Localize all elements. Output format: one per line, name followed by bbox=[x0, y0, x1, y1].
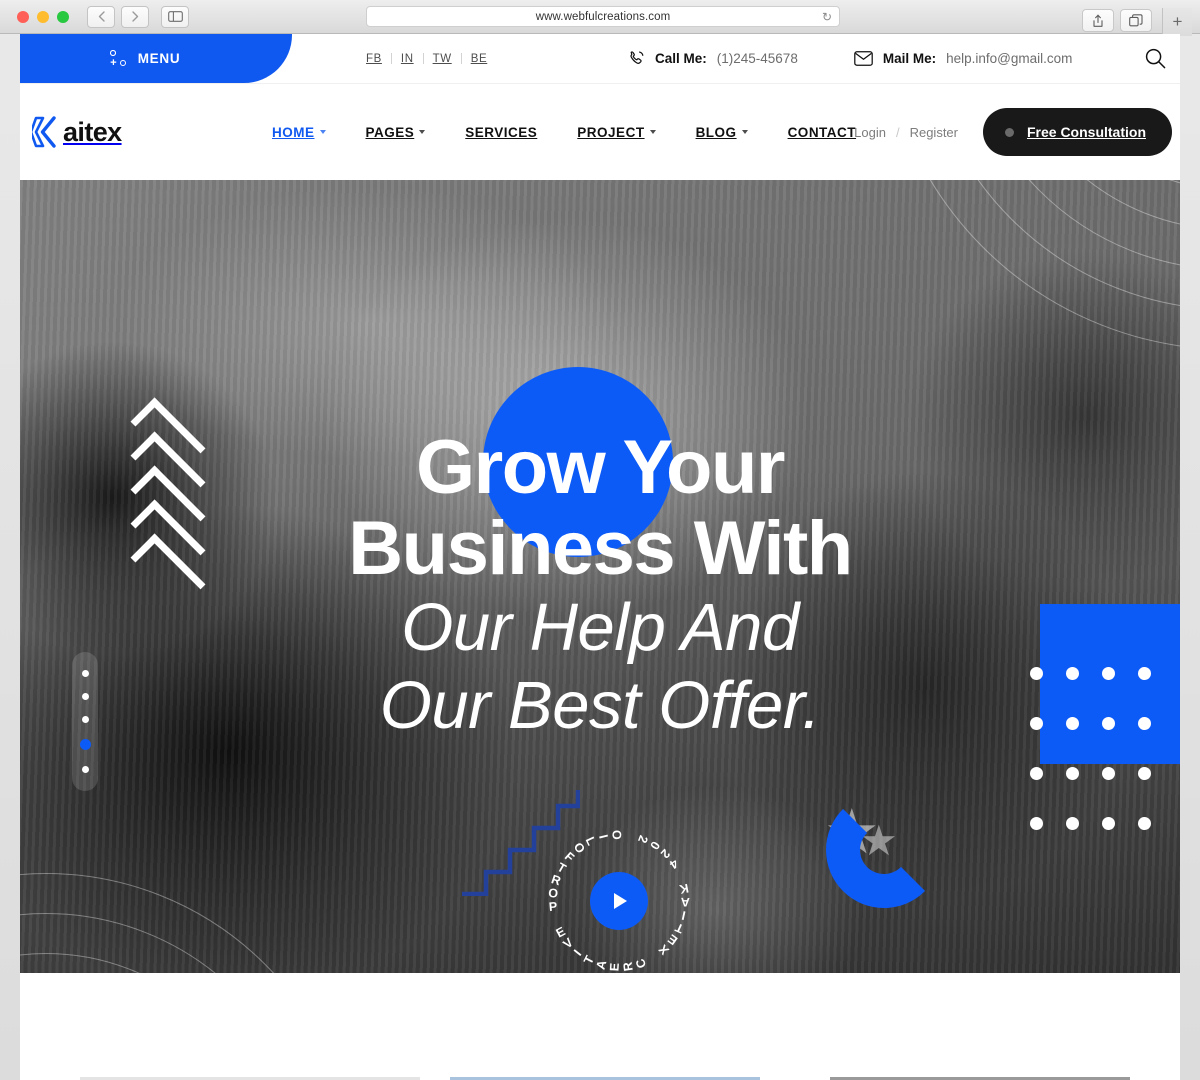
close-window-button[interactable] bbox=[17, 10, 29, 23]
social-link-tw[interactable]: TW bbox=[424, 53, 461, 65]
grid-plus-icon: + bbox=[109, 50, 128, 69]
share-icon[interactable] bbox=[1082, 9, 1114, 32]
hero-heading-line-2: Business With bbox=[348, 505, 853, 591]
mail-value: help.info@gmail.com bbox=[946, 51, 1073, 66]
browser-toolbar: www.webfulcreations.com ↻ + bbox=[0, 0, 1200, 36]
free-consultation-button[interactable]: Free Consultation bbox=[982, 108, 1172, 156]
reload-icon[interactable]: ↻ bbox=[822, 11, 832, 23]
site-header: aitex HOME PAGES SERVICES PROJECT BLOG C… bbox=[20, 83, 1180, 180]
browser-window: www.webfulcreations.com ↻ + + MENU FB IN… bbox=[0, 0, 1200, 1080]
show-tabs-icon[interactable] bbox=[1120, 9, 1152, 32]
new-tab-button[interactable]: + bbox=[1162, 8, 1192, 36]
nav-item-home[interactable]: HOME bbox=[252, 125, 346, 140]
chevron-down-icon bbox=[419, 130, 426, 134]
register-link[interactable]: Register bbox=[900, 125, 968, 140]
menu-button[interactable]: + MENU bbox=[20, 34, 270, 83]
circular-text-char: R bbox=[620, 960, 636, 973]
nav-item-pages[interactable]: PAGES bbox=[346, 125, 446, 140]
search-icon[interactable] bbox=[1145, 34, 1166, 83]
forward-arrow-icon[interactable] bbox=[121, 5, 149, 28]
cta-dot-icon bbox=[1004, 127, 1014, 137]
site-topbar: + MENU FB IN TW BE Call Me: (1)245-45678… bbox=[20, 34, 1180, 83]
nav-buttons bbox=[87, 5, 149, 28]
nav-label: BLOG bbox=[695, 124, 737, 140]
phone-value: (1)245-45678 bbox=[716, 51, 798, 66]
contact-info: Call Me: (1)245-45678 Mail Me: help.info… bbox=[628, 34, 1072, 83]
maximize-window-button[interactable] bbox=[57, 10, 69, 23]
site-logo[interactable]: aitex bbox=[29, 115, 122, 149]
nav-label: HOME bbox=[272, 124, 315, 140]
login-link[interactable]: Login bbox=[844, 125, 896, 140]
cta-label: Free Consultation bbox=[1026, 124, 1146, 140]
phone-icon bbox=[628, 50, 645, 67]
mail-label: Mail Me: bbox=[882, 51, 937, 66]
chevron-down-icon bbox=[649, 130, 656, 134]
toolbar-right-controls: + bbox=[1082, 5, 1192, 36]
auth-links: Login / Register bbox=[844, 125, 968, 140]
envelope-icon bbox=[854, 51, 873, 66]
hero-heading-line-3: Our Help And bbox=[401, 590, 799, 666]
back-arrow-icon[interactable] bbox=[87, 5, 115, 28]
nav-label: PROJECT bbox=[577, 124, 645, 140]
play-button[interactable] bbox=[590, 872, 648, 930]
hero-section: ★ ★ Grow Your Business With Our Help And… bbox=[20, 180, 1180, 973]
phone-label: Call Me: bbox=[655, 51, 707, 66]
play-icon bbox=[614, 893, 627, 909]
main-navigation: HOME PAGES SERVICES PROJECT BLOG CONTACT bbox=[252, 125, 876, 140]
hero-heading-line-1: Grow Your bbox=[416, 425, 785, 510]
hero-heading-line-4: Our Best Offer. bbox=[379, 667, 821, 743]
address-bar[interactable]: www.webfulcreations.com ↻ bbox=[366, 6, 840, 27]
hero-heading: Grow Your Business With Our Help And Our… bbox=[20, 425, 1180, 745]
minimize-window-button[interactable] bbox=[37, 10, 49, 23]
blue-arc-decoration bbox=[826, 792, 942, 908]
nav-item-services[interactable]: SERVICES bbox=[445, 125, 557, 140]
chevron-down-icon bbox=[319, 130, 326, 134]
sidebar-toggle-icon[interactable] bbox=[161, 5, 189, 28]
slider-dot-5[interactable] bbox=[81, 766, 89, 773]
circular-text-char: E bbox=[607, 961, 623, 972]
circular-text-char: I bbox=[596, 833, 611, 841]
window-controls bbox=[17, 10, 69, 23]
circular-text-char: A bbox=[680, 894, 690, 909]
url-text: www.webfulcreations.com bbox=[535, 10, 671, 23]
below-hero-section bbox=[20, 973, 1180, 1080]
logo-k-mark-icon bbox=[29, 115, 64, 149]
social-link-in[interactable]: IN bbox=[392, 53, 423, 65]
nav-item-project[interactable]: PROJECT bbox=[557, 125, 675, 140]
social-link-be[interactable]: BE bbox=[462, 53, 497, 65]
nav-label: SERVICES bbox=[465, 124, 538, 140]
circular-text-char: 4 bbox=[666, 856, 681, 872]
logo-wordmark: aitex bbox=[63, 116, 122, 147]
mail-contact[interactable]: Mail Me: help.info@gmail.com bbox=[854, 51, 1073, 66]
hero-video-badge[interactable]: PORTFOLIO2024KAITEXCREATIVE bbox=[539, 821, 699, 973]
circular-text-char: O bbox=[609, 829, 624, 841]
nav-item-blog[interactable]: BLOG bbox=[676, 125, 768, 140]
circular-text-char: P bbox=[548, 899, 559, 915]
social-link-fb[interactable]: FB bbox=[357, 53, 391, 65]
phone-contact[interactable]: Call Me: (1)245-45678 bbox=[628, 50, 798, 67]
menu-button-label: MENU bbox=[137, 51, 181, 66]
chevron-down-icon bbox=[741, 130, 748, 134]
social-links: FB IN TW BE bbox=[357, 34, 496, 83]
circular-text-char: I bbox=[571, 946, 585, 959]
nav-label: PAGES bbox=[365, 124, 415, 140]
page-viewport: + MENU FB IN TW BE Call Me: (1)245-45678… bbox=[20, 34, 1180, 1080]
